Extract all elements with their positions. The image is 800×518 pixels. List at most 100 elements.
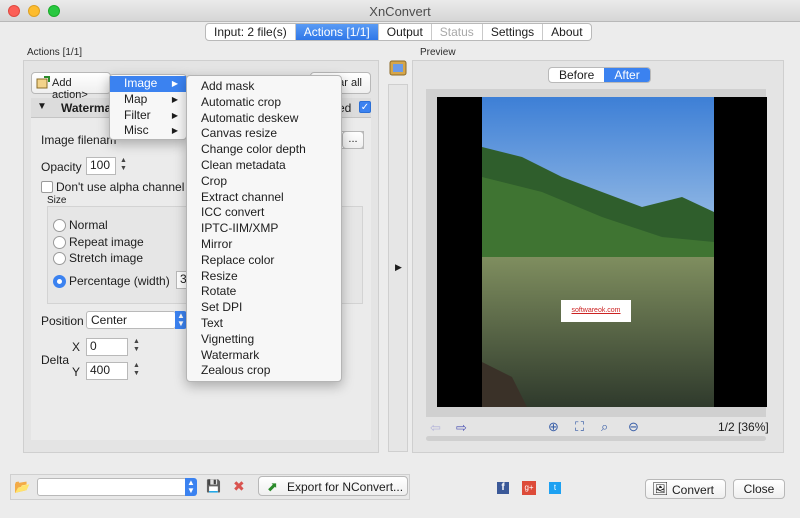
expand-arrow-icon[interactable]: ▶ [395,262,402,273]
opacity-label: Opacity [41,160,82,174]
preset-select-arrow-icon[interactable]: ▲ ▼ [185,478,197,496]
preview-photo: softwareok.com [482,97,714,407]
tab-actions[interactable]: Actions [1/1] [295,24,379,40]
before-after-toggle: Before After [548,67,651,83]
menu-item-automatic-crop[interactable]: Automatic crop [187,95,341,111]
tab-settings[interactable]: Settings [483,24,544,40]
menu-item-extract-channel[interactable]: Extract channel [187,190,341,206]
image-submenu: Add mask Automatic crop Automatic deskew… [186,75,342,382]
zoom-actual-icon[interactable]: ⌕ [601,419,608,435]
menu-item-replace-color[interactable]: Replace color [187,253,341,269]
menu-item-icc-convert[interactable]: ICC convert [187,205,341,221]
position-select[interactable]: Center [86,311,176,329]
position-label: Position [41,314,84,328]
menu-item-zealous-crop[interactable]: Zealous crop [187,363,341,379]
alpha-label: Don't use alpha channel [56,180,185,194]
opacity-input[interactable]: 100 [86,157,116,175]
after-button[interactable]: After [604,68,650,82]
save-preset-icon[interactable]: 💾 [206,479,221,493]
size-group-label: Size [47,195,67,206]
menu-item-map[interactable]: Map ▶ [110,92,186,108]
image-filename-label: Image filenam [41,133,117,147]
enabled-checkbox[interactable]: ✓ [359,101,371,113]
collapse-triangle-icon[interactable]: ▼ [37,101,47,112]
opacity-stepper[interactable]: ▲ ▼ [119,157,128,174]
menu-item-clean-metadata[interactable]: Clean metadata [187,158,341,174]
size-repeat-radio[interactable] [53,236,66,249]
menu-item-resize[interactable]: Resize [187,269,341,285]
size-percentage-radio[interactable] [53,275,66,288]
actions-panel-title: Actions [1/1] [27,47,83,58]
menu-item-watermark[interactable]: Watermark [187,348,341,364]
preview-scrollbar[interactable] [426,436,766,441]
page-info: 1/2 [36%] [718,420,769,434]
menu-item-text[interactable]: Text [187,316,341,332]
menu-item-vignetting[interactable]: Vignetting [187,332,341,348]
menu-item-set-dpi[interactable]: Set DPI [187,300,341,316]
convert-button[interactable]: 🖼 Convert [645,479,726,499]
category-menu: Image ▶ Map ▶ Filter ▶ Misc ▶ [109,74,187,140]
delta-x-label: X [72,340,81,354]
next-arrow-icon[interactable]: ⇨ [456,420,467,436]
zoom-out-icon[interactable]: ⊖ [628,419,639,435]
preset-select[interactable] [37,478,187,496]
main-tabs: Input: 2 file(s) Actions [1/1] Output St… [205,23,592,41]
menu-item-add-mask[interactable]: Add mask [187,79,341,95]
menu-item-change-color-depth[interactable]: Change color depth [187,142,341,158]
size-normal-label: Normal [69,218,108,232]
submenu-arrow-icon: ▶ [171,110,178,120]
size-stretch-label: Stretch image [69,251,144,265]
browse-button[interactable]: ... [342,131,364,149]
preview-title: Preview [420,47,456,58]
watermark-action-title: Waterma [61,101,112,115]
twitter-icon[interactable]: t [549,482,561,494]
preview-watermark: softwareok.com [561,300,631,322]
delta-y-input[interactable]: 400 [86,362,128,380]
export-icon: ⬈ [267,479,278,494]
submenu-arrow-icon: ▶ [171,94,178,104]
fit-screen-icon[interactable]: ⛶ [575,419,584,435]
add-action-button[interactable]: Add action> [31,72,111,101]
delta-label: Delta [41,353,70,367]
close-button[interactable]: Close [733,479,785,499]
size-percentage-label: Percentage (width) [69,274,170,288]
alpha-checkbox[interactable] [41,181,53,193]
open-folder-icon[interactable]: 📂 [14,479,30,495]
add-action-icon [36,76,50,89]
menu-item-rotate[interactable]: Rotate [187,284,341,300]
delete-preset-icon[interactable]: ✖ [233,478,245,495]
menu-item-filter[interactable]: Filter ▶ [110,108,186,124]
zoom-in-icon[interactable]: ⊕ [548,419,559,435]
delta-x-stepper[interactable]: ▲ ▼ [132,338,141,355]
gallery-icon [389,60,407,76]
delta-y-label: Y [72,365,81,379]
menu-item-mirror[interactable]: Mirror [187,237,341,253]
before-button[interactable]: Before [549,68,604,82]
export-nconvert-label: Export for NConvert... [287,480,404,494]
menu-item-crop[interactable]: Crop [187,174,341,190]
convert-icon: 🖼 [652,481,669,496]
menu-item-misc[interactable]: Misc ▶ [110,123,186,139]
menu-item-canvas-resize[interactable]: Canvas resize [187,126,341,142]
tab-about[interactable]: About [543,24,590,40]
tab-input[interactable]: Input: 2 file(s) [206,24,296,40]
previous-arrow-icon[interactable]: ⇦ [430,420,441,436]
size-repeat-label: Repeat image [69,235,144,249]
window-title: XnConvert [369,4,431,19]
facebook-icon[interactable]: f [497,482,509,494]
google-plus-icon[interactable]: g+ [522,481,536,495]
tab-status[interactable]: Status [432,24,483,40]
panel-splitter[interactable]: ▶ [388,84,408,452]
menu-item-automatic-deskew[interactable]: Automatic deskew [187,111,341,127]
size-normal-radio[interactable] [53,219,66,232]
tab-output[interactable]: Output [379,24,432,40]
convert-label: Convert [672,483,715,497]
preview-toggle-button[interactable] [388,58,408,78]
delta-x-input[interactable]: 0 [86,338,128,356]
submenu-arrow-icon: ▶ [171,126,178,136]
menu-item-image[interactable]: Image ▶ [110,76,186,92]
menu-item-iptc-xmp[interactable]: IPTC-IIM/XMP [187,221,341,237]
delta-y-stepper[interactable]: ▲ ▼ [132,362,141,379]
export-nconvert-button[interactable]: ⬈ Export for NConvert... [258,476,408,496]
size-stretch-radio[interactable] [53,252,66,265]
